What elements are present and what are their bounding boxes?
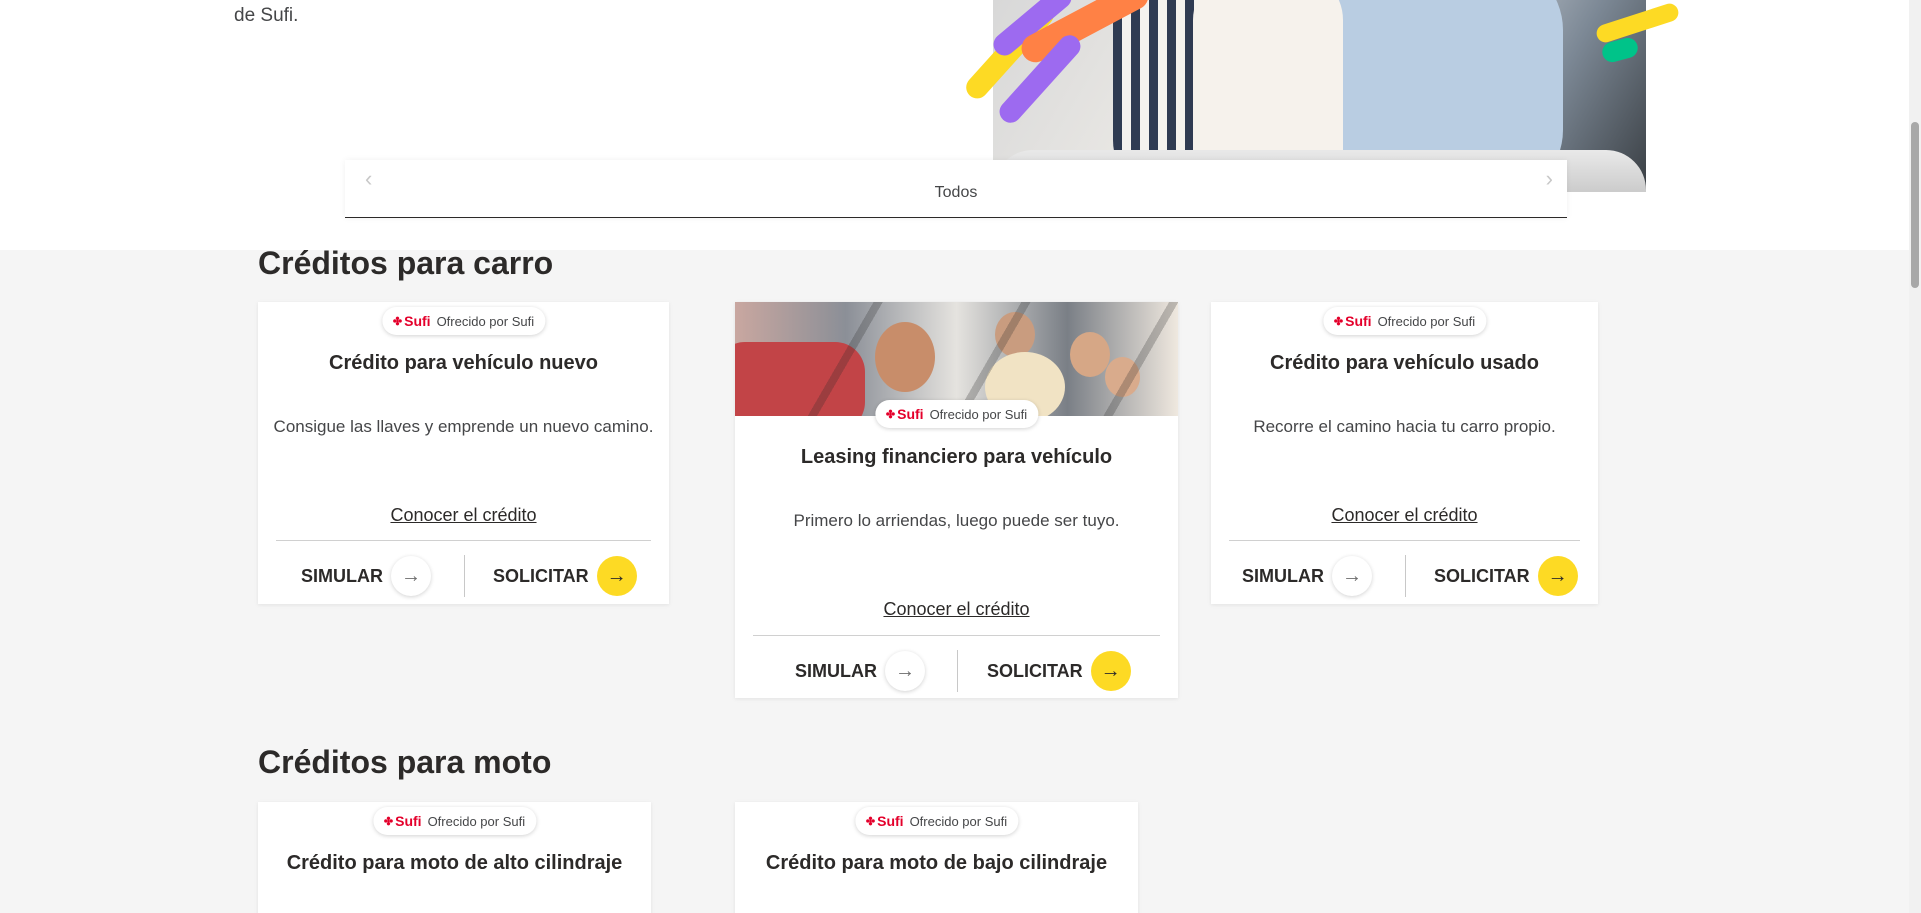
scrollbar-thumb[interactable] [1911,122,1919,288]
section-title-moto: Créditos para moto [258,744,552,780]
offered-by-badge: ✤ Sufi Ofrecido por Sufi [372,807,537,835]
sufi-logo-icon: ✤ Sufi [865,813,904,829]
badge-text: Ofrecido por Sufi [909,813,1008,829]
sufi-logo-icon: ✤ Sufi [383,813,422,829]
card-actions: SIMULAR → SOLICITAR → [753,635,1160,707]
card-title: Crédito para vehículo usado [1270,352,1539,374]
product-card-moto-alto: ✤ Sufi Ofrecido por Sufi Crédito para mot… [258,802,651,913]
page-scrollbar[interactable] [1909,0,1921,913]
tab-todos[interactable]: Todos [345,184,1567,202]
card-title: Leasing financiero para vehículo [800,446,1113,468]
product-card-leasing: ✤ Sufi Ofrecido por Sufi Leasing financie… [735,302,1178,698]
arrow-right-icon: → [1537,556,1578,596]
card-description: Consigue las llaves y emprende un nuevo … [273,417,654,436]
sufi-logo-icon: ✤ Sufi [392,313,431,329]
badge-text: Ofrecido por Sufi [436,313,535,329]
product-card-vehiculo-nuevo: ✤ Sufi Ofrecido por Sufi Crédito para veh… [258,302,669,604]
chevron-right-icon[interactable]: › [1546,166,1553,192]
sufi-logo-icon: ✤ Sufi [1333,313,1372,329]
solicitar-label: SOLICITAR [1434,565,1530,586]
card-description: Recorre el camino hacia tu carro propio. [1253,417,1556,436]
arrow-right-icon: → [1332,556,1372,596]
offered-by-badge: ✤ Sufi Ofrecido por Sufi [1322,307,1487,335]
photo-window-frames [735,302,1178,416]
conocer-credito-link[interactable]: Conocer el crédito [258,505,669,526]
solicitar-label: SOLICITAR [987,660,1083,681]
category-carousel: ‹ Todos › [345,160,1567,218]
simular-label: SIMULAR [1242,565,1324,586]
badge-text: Ofrecido por Sufi [427,813,526,829]
badge-text: Ofrecido por Sufi [929,406,1028,422]
divider [956,650,958,692]
solicitar-label: SOLICITAR [493,565,589,586]
offered-by-badge: ✤ Sufi Ofrecido por Sufi [854,807,1019,835]
leasing-photo [735,302,1178,416]
simular-label: SIMULAR [795,660,877,681]
card-title: Crédito para vehículo nuevo [329,352,598,374]
product-card-vehiculo-usado: ✤ Sufi Ofrecido por Sufi Crédito para veh… [1211,302,1598,604]
conocer-credito-link[interactable]: Conocer el crédito [1211,505,1598,526]
solicitar-button[interactable]: SOLICITAR → [987,648,1131,694]
arrow-right-icon: → [391,556,431,596]
divider [1404,555,1406,597]
arrow-right-icon: → [885,651,925,691]
simular-label: SIMULAR [301,565,383,586]
simular-button[interactable]: SIMULAR → [1242,553,1372,599]
sufi-logo-icon: ✤ Sufi [885,406,924,422]
hero-section: de Sufi. ‹ Todos › [0,0,1921,250]
simular-button[interactable]: SIMULAR → [795,648,925,694]
arrow-right-icon: → [596,556,637,596]
card-title: Crédito para moto de alto cilindraje [286,852,623,874]
product-card-moto-bajo: ✤ Sufi Ofrecido por Sufi Crédito para mot… [735,802,1138,913]
intro-text: de Sufi. [234,5,299,26]
conocer-credito-link[interactable]: Conocer el crédito [735,599,1178,620]
badge-text: Ofrecido por Sufi [1377,313,1476,329]
simular-button[interactable]: SIMULAR → [301,553,431,599]
solicitar-button[interactable]: SOLICITAR → [493,553,637,599]
offered-by-badge: ✤ Sufi Ofrecido por Sufi [874,400,1039,428]
solicitar-button[interactable]: SOLICITAR → [1434,553,1578,599]
card-description: Primero lo arriendas, luego puede ser tu… [793,511,1120,530]
card-actions: SIMULAR → SOLICITAR → [1229,540,1580,612]
card-title: Crédito para moto de bajo cilindraje [765,852,1108,874]
section-title-carro: Créditos para carro [258,245,554,281]
card-actions: SIMULAR → SOLICITAR → [276,540,651,612]
arrow-right-icon: → [1090,651,1131,691]
divider [463,555,465,597]
offered-by-badge: ✤ Sufi Ofrecido por Sufi [381,307,546,335]
